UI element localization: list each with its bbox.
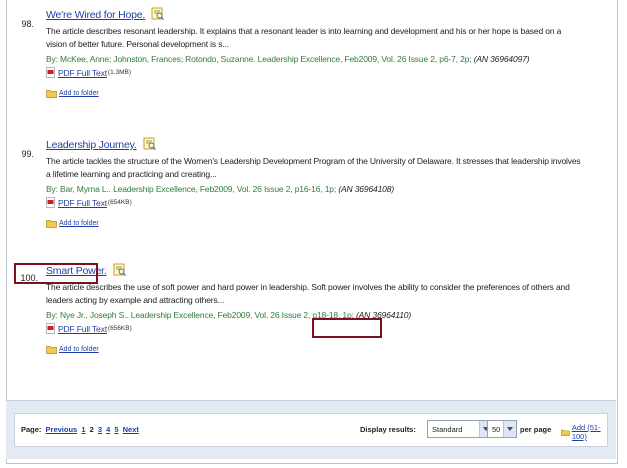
add-range-link[interactable]: Add (51-100) [572, 423, 607, 441]
per-page-label: per page [520, 425, 552, 434]
display-results-label: Display results: [360, 425, 416, 434]
pdf-size: (656KB) [107, 325, 132, 332]
document-preview-icon[interactable] [113, 263, 126, 276]
result-source-text: By: Bar, Myrna L.. Leadership Excellence… [46, 184, 337, 194]
result-source-text: By: McKee, Anne; Johnston, Frances; Roto… [46, 54, 472, 64]
page-current-2: 2 [89, 425, 94, 434]
page-label: Page: [21, 425, 42, 434]
pdf-full-text-link[interactable]: PDF Full Text [58, 324, 107, 334]
pagination: Page: Previous 1 2 3 4 5 Next [21, 425, 139, 434]
folder-icon [46, 345, 57, 354]
result-source-text: By: Nye Jr., Joseph S.. Leadership Excel… [46, 310, 354, 320]
display-mode-value: Standard [432, 425, 463, 434]
page-link-1[interactable]: 1 [81, 425, 85, 434]
previous-page-link[interactable]: Previous [46, 425, 78, 434]
document-preview-icon[interactable] [143, 137, 156, 150]
results-count-select[interactable]: 50 [487, 420, 517, 438]
add-to-folder-link[interactable]: Add to folder [59, 346, 99, 353]
accession-number: (AN 36964097) [473, 54, 530, 64]
add-to-folder-link[interactable]: Add to folder [59, 90, 99, 97]
document-preview-icon[interactable] [151, 7, 165, 20]
title-highlight-box [14, 263, 98, 284]
result-number: 99. [21, 149, 34, 159]
result-title-link[interactable]: Leadership Journey. [46, 139, 137, 151]
results-count-value: 50 [492, 425, 501, 434]
pdf-icon [46, 67, 55, 78]
page-link-4[interactable]: 4 [106, 425, 110, 434]
accession-highlight-box [312, 318, 382, 338]
add-to-folder-link[interactable]: Add to folder [59, 220, 99, 227]
pdf-size: (654KB) [107, 199, 132, 206]
chevron-down-icon [503, 421, 516, 437]
accession-number: (AN 36964108) [338, 184, 395, 194]
pdf-icon [46, 197, 55, 208]
result-source: By: Bar, Myrna L.. Leadership Excellence… [46, 183, 600, 195]
folder-icon [46, 219, 57, 228]
folder-icon [561, 429, 570, 436]
pdf-full-text-link[interactable]: PDF Full Text [58, 68, 107, 78]
add-range-to-folder[interactable]: Add (51-100) [561, 423, 607, 441]
folder-icon [46, 89, 57, 98]
pdf-size: (1.3MB) [107, 69, 132, 76]
result-source: By: McKee, Anne; Johnston, Frances; Roto… [46, 53, 600, 65]
result-abstract: The article describes the use of soft po… [46, 282, 570, 305]
next-page-link[interactable]: Next [123, 425, 139, 434]
results-toolbar: Page: Previous 1 2 3 4 5 Next Display re… [6, 400, 616, 459]
result-title-link[interactable]: We're Wired for Hope. [46, 9, 145, 21]
page-link-5[interactable]: 5 [114, 425, 118, 434]
page-link-3[interactable]: 3 [98, 425, 102, 434]
pdf-icon [46, 323, 55, 334]
toolbar-inner: Page: Previous 1 2 3 4 5 Next Display re… [14, 413, 608, 447]
pdf-full-text-link[interactable]: PDF Full Text [58, 198, 107, 208]
result-number: 98. [21, 19, 34, 29]
result-abstract: The article tackles the structure of the… [46, 156, 581, 179]
display-mode-select[interactable]: Standard [427, 420, 493, 438]
result-abstract: The article describes resonant leadershi… [46, 26, 562, 49]
